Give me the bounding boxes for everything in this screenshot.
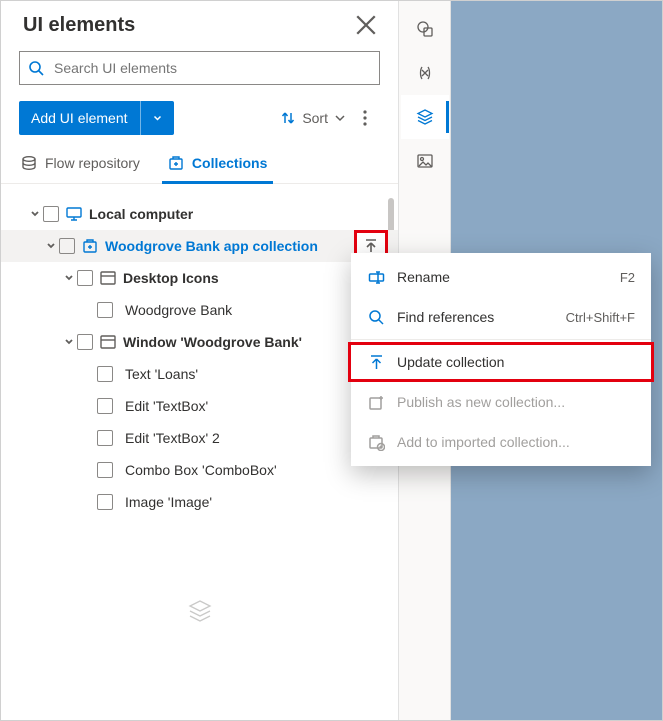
layers-icon: [416, 108, 434, 126]
close-icon: [352, 11, 380, 39]
chevron-down-icon[interactable]: [61, 270, 77, 286]
tree-leaf[interactable]: Edit 'TextBox': [1, 390, 398, 422]
publish-icon: [368, 394, 385, 411]
sort-icon: [280, 110, 296, 126]
tab-flow-repository[interactable]: Flow repository: [7, 145, 154, 183]
tree-node-group[interactable]: Desktop Icons: [1, 262, 398, 294]
checkbox[interactable]: [59, 238, 75, 254]
rail-button-shapes[interactable]: [401, 7, 449, 51]
variable-icon: [416, 64, 434, 82]
add-button-split[interactable]: [140, 101, 174, 135]
more-button[interactable]: [350, 103, 380, 133]
checkbox[interactable]: [97, 430, 113, 446]
page-title: UI elements: [23, 14, 135, 37]
checkbox[interactable]: [77, 334, 93, 350]
checkbox[interactable]: [97, 494, 113, 510]
ctx-rename[interactable]: Rename F2: [351, 257, 651, 297]
computer-icon: [65, 205, 83, 223]
empty-state-icon: [1, 598, 398, 624]
tree-leaf[interactable]: Woodgrove Bank: [1, 294, 398, 326]
tabs: Flow repository Collections: [1, 145, 398, 184]
tree-leaf[interactable]: Edit 'TextBox' 2: [1, 422, 398, 454]
checkbox[interactable]: [97, 398, 113, 414]
repository-icon: [21, 155, 37, 171]
rail-button-images[interactable]: [401, 139, 449, 183]
shapes-icon: [416, 20, 434, 38]
rename-icon: [368, 269, 385, 286]
layers-icon: [187, 598, 213, 624]
ui-elements-panel: UI elements Add UI element Sort: [1, 1, 399, 721]
search-input[interactable]: [52, 59, 371, 77]
sort-label: Sort: [302, 110, 328, 126]
checkbox[interactable]: [97, 366, 113, 382]
chevron-down-icon[interactable]: [43, 238, 59, 254]
rail-button-ui-elements[interactable]: [401, 95, 449, 139]
collection-icon: [81, 237, 99, 255]
checkbox[interactable]: [97, 302, 113, 318]
search-box[interactable]: [19, 51, 380, 85]
collections-icon: [168, 155, 184, 171]
add-button-label: Add UI element: [19, 101, 140, 135]
tree-leaf[interactable]: Combo Box 'ComboBox': [1, 454, 398, 486]
checkbox[interactable]: [77, 270, 93, 286]
ctx-update-collection[interactable]: Update collection: [348, 342, 654, 382]
checkbox[interactable]: [43, 206, 59, 222]
chevron-down-icon[interactable]: [27, 206, 43, 222]
close-button[interactable]: [352, 11, 380, 39]
window-icon: [99, 269, 117, 287]
upload-icon: [368, 354, 385, 371]
checkbox[interactable]: [97, 462, 113, 478]
tree-view: Local computer Woodgrove Bank app collec…: [1, 184, 398, 721]
ctx-add-to-imported: Add to imported collection...: [351, 422, 651, 462]
tree-node-root[interactable]: Local computer: [1, 198, 398, 230]
add-collection-icon: [368, 434, 385, 451]
search-icon: [28, 60, 44, 76]
more-vertical-icon: [363, 110, 367, 126]
chevron-down-icon: [334, 112, 346, 124]
tree-node-group[interactable]: Window 'Woodgrove Bank': [1, 326, 398, 358]
tab-collections[interactable]: Collections: [154, 145, 281, 183]
separator: [351, 339, 651, 340]
tree-leaf[interactable]: Image 'Image': [1, 486, 398, 518]
upload-icon: [363, 238, 379, 254]
chevron-down-icon: [153, 112, 162, 124]
rail-button-variables[interactable]: [401, 51, 449, 95]
sort-button[interactable]: Sort: [276, 106, 350, 130]
context-menu: Rename F2 Find references Ctrl+Shift+F U…: [351, 253, 651, 466]
ctx-find-references[interactable]: Find references Ctrl+Shift+F: [351, 297, 651, 337]
add-ui-element-button[interactable]: Add UI element: [19, 101, 174, 135]
window-icon: [99, 333, 117, 351]
chevron-down-icon[interactable]: [61, 334, 77, 350]
ctx-publish-new-collection: Publish as new collection...: [351, 382, 651, 422]
tree-node-collection[interactable]: Woodgrove Bank app collection: [1, 230, 398, 262]
tree-leaf[interactable]: Text 'Loans': [1, 358, 398, 390]
image-icon: [416, 152, 434, 170]
search-icon: [368, 309, 385, 326]
